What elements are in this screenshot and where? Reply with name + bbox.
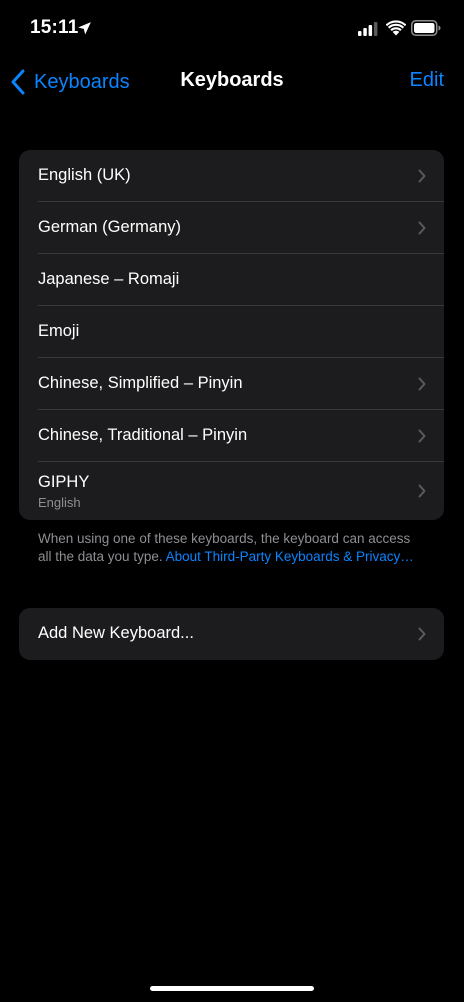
cellular-signal-icon [358, 22, 378, 36]
chevron-right-icon [418, 627, 426, 641]
keyboard-label: Emoji [38, 322, 80, 340]
wifi-icon [386, 20, 406, 36]
privacy-footer-note: When using one of these keyboards, the k… [38, 530, 463, 566]
status-time: 15:11 [30, 17, 79, 38]
chevron-right-icon [418, 169, 426, 183]
keyboard-label: German (Germany) [38, 218, 182, 236]
navigation-bar: Keyboards Keyboards Edit [0, 56, 464, 108]
status-bar: 15:11 [0, 0, 464, 56]
keyboard-row-german-germany[interactable]: German (Germany) [19, 202, 444, 254]
keyboard-label: Chinese, Simplified – Pinyin [38, 374, 243, 392]
add-new-keyboard-label: Add New Keyboard... [38, 624, 194, 642]
keyboard-row-japanese-romaji[interactable]: Japanese – Romaji [19, 254, 444, 306]
chevron-right-icon [418, 429, 426, 443]
third-party-privacy-link[interactable]: About Third-Party Keyboards & Privacy… [166, 549, 414, 564]
keyboard-row-english-uk[interactable]: English (UK) [19, 150, 444, 202]
footer-line-2: all the data you type. About Third-Party… [38, 548, 463, 566]
chevron-right-icon [418, 377, 426, 391]
keyboards-list: English (UK) German (Germany) Japanese –… [19, 150, 444, 520]
battery-icon [411, 20, 441, 36]
keyboard-sublabel: English [38, 495, 81, 510]
chevron-right-icon [418, 484, 426, 498]
keyboard-row-chinese-traditional-pinyin[interactable]: Chinese, Traditional – Pinyin [19, 410, 444, 462]
add-new-keyboard-row[interactable]: Add New Keyboard... [19, 608, 444, 660]
footer-line-1: When using one of these keyboards, the k… [38, 531, 411, 546]
edit-button[interactable]: Edit [410, 69, 444, 92]
keyboard-label: Japanese – Romaji [38, 270, 180, 288]
keyboard-label: Chinese, Traditional – Pinyin [38, 426, 248, 444]
add-keyboard-group: Add New Keyboard... [19, 608, 444, 660]
chevron-right-icon [418, 221, 426, 235]
keyboard-row-chinese-simplified-pinyin[interactable]: Chinese, Simplified – Pinyin [19, 358, 444, 410]
keyboard-label: GIPHY [38, 473, 90, 491]
location-arrow-icon [78, 22, 91, 35]
page-title: Keyboards [180, 69, 284, 91]
keyboard-row-giphy[interactable]: GIPHY English [19, 462, 444, 520]
keyboard-label: English (UK) [38, 166, 131, 184]
footer-line-2-text: all the data you type. [38, 549, 163, 564]
home-indicator[interactable] [150, 986, 314, 991]
keyboard-row-emoji[interactable]: Emoji [19, 306, 444, 358]
